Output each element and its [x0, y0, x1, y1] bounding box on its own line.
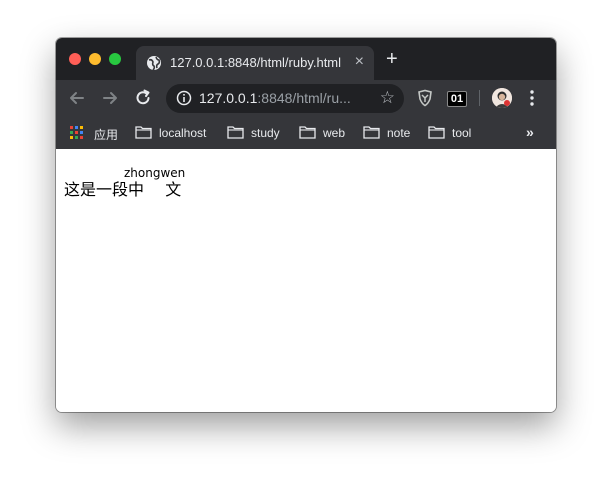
folder-icon: [428, 126, 445, 139]
ruby-annotation-block: 中 文zhongwen: [124, 166, 185, 199]
bookmark-label: localhost: [159, 126, 207, 140]
bookmarks-overflow-icon[interactable]: »: [526, 124, 534, 140]
folder-icon: [135, 126, 152, 139]
globe-icon: [147, 56, 161, 71]
url-host: 127.0.0.1: [199, 90, 258, 106]
address-bar[interactable]: 127.0.0.1:8848/html/ru... ☆: [166, 84, 404, 113]
bookmark-star-icon[interactable]: ☆: [380, 88, 395, 108]
ruby-paragraph: 这是一段中 文zhongwen: [64, 166, 185, 200]
bookmark-label: web: [323, 126, 346, 140]
ruby-base-text: 中 文: [123, 180, 186, 199]
avatar-icon: [492, 88, 512, 108]
extension-badge-icon[interactable]: 01: [447, 91, 467, 107]
bookmarks-bar: 应用 localhost study web note tool »: [56, 117, 556, 149]
bookmark-label: study: [251, 126, 280, 140]
forward-arrow-icon[interactable]: [100, 88, 120, 108]
apps-grid-icon: [70, 126, 84, 140]
bookmark-label: 应用: [94, 128, 119, 142]
shield-extension-icon[interactable]: [416, 89, 434, 107]
browser-toolbar: 127.0.0.1:8848/html/ru... ☆ 01: [56, 80, 556, 117]
url-text: 127.0.0.1:8848/html/ru...: [199, 90, 351, 106]
profile-avatar[interactable]: [492, 88, 512, 108]
plain-text: 这是一段: [64, 180, 129, 199]
bookmark-label: note: [387, 126, 411, 140]
folder-icon: [299, 126, 316, 139]
folder-icon: [227, 126, 244, 139]
toolbar-divider: [479, 90, 480, 106]
window-close-button[interactable]: [69, 53, 81, 65]
back-arrow-icon[interactable]: [67, 88, 87, 108]
window-maximize-button[interactable]: [109, 53, 121, 65]
folder-icon: [363, 126, 380, 139]
tab-strip: 127.0.0.1:8848/html/ruby.html × +: [56, 38, 556, 80]
url-path: :8848/html/ru...: [257, 90, 351, 106]
ruby-pinyin-text: zhongwen: [123, 166, 186, 180]
tab-close-icon[interactable]: ×: [355, 53, 364, 71]
browser-tab[interactable]: 127.0.0.1:8848/html/ruby.html ×: [136, 46, 374, 80]
new-tab-button[interactable]: +: [386, 49, 398, 69]
window-minimize-button[interactable]: [89, 53, 101, 65]
tab-title: 127.0.0.1:8848/html/ruby.html: [170, 55, 342, 70]
browser-window: 127.0.0.1:8848/html/ruby.html × + 127.0.…: [56, 38, 556, 412]
more-menu-icon[interactable]: [530, 90, 534, 106]
reload-icon[interactable]: [133, 88, 153, 108]
bookmark-label: tool: [452, 126, 472, 140]
page-content: 这是一段中 文zhongwen: [56, 149, 556, 412]
info-icon[interactable]: [176, 90, 192, 106]
